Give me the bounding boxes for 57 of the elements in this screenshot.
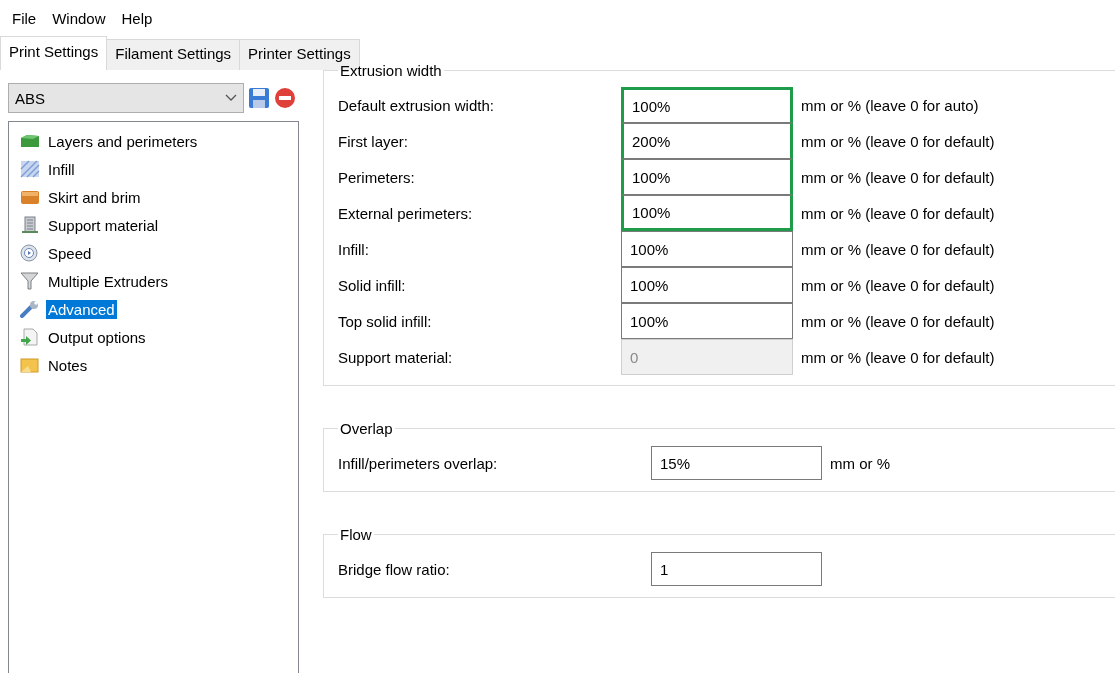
field-label: Infill/perimeters overlap:	[338, 454, 499, 472]
wrench-icon	[19, 300, 41, 318]
field-label: First layer:	[338, 132, 409, 150]
input-field[interactable]: 100%	[621, 195, 793, 231]
input-field[interactable]: 100%	[621, 303, 793, 339]
field-hint: mm or %	[830, 454, 890, 472]
group-title: Flow	[339, 526, 373, 543]
sidebar-item[interactable]: Support material	[46, 215, 161, 235]
input-field[interactable]: 200%	[621, 123, 793, 159]
tab[interactable]: Filament Settings	[106, 39, 241, 70]
field-label: Top solid infill:	[338, 312, 433, 330]
input-field[interactable]: 1	[651, 552, 822, 586]
sidebar-item[interactable]: Speed	[46, 243, 94, 263]
field-hint: mm or % (leave 0 for default)	[801, 132, 995, 150]
group-title: Overlap	[339, 420, 394, 437]
field-label: Perimeters:	[338, 168, 416, 186]
sidebar-item[interactable]: Notes	[46, 355, 90, 375]
input-field[interactable]: 100%	[621, 267, 793, 303]
layers-icon	[19, 132, 41, 150]
input-field[interactable]: 100%	[621, 87, 793, 123]
field-hint: mm or % (leave 0 for default)	[801, 204, 995, 222]
field-label: Default extrusion width:	[338, 96, 495, 114]
sidebar-item[interactable]: Skirt and brim	[46, 187, 143, 207]
sidebar-item[interactable]: Advanced	[46, 299, 117, 319]
menu-item[interactable]: File	[4, 9, 45, 27]
field-hint: mm or % (leave 0 for auto)	[801, 96, 979, 114]
field-label: External perimeters:	[338, 204, 474, 222]
field-label: Infill:	[338, 240, 370, 258]
note-icon	[19, 356, 41, 374]
sidebar-item[interactable]: Output options	[46, 327, 148, 347]
hatch-icon	[19, 160, 41, 178]
menu-item[interactable]: Help	[113, 9, 161, 27]
field-hint: mm or % (leave 0 for default)	[801, 348, 995, 366]
delete-icon[interactable]	[274, 87, 296, 109]
chevron-icon	[225, 94, 237, 102]
input-field[interactable]: 100%	[621, 159, 793, 195]
field-hint: mm or % (leave 0 for default)	[801, 168, 995, 186]
field-hint: mm or % (leave 0 for default)	[801, 240, 995, 258]
input-field[interactable]: 100%	[621, 231, 793, 267]
building-icon	[19, 216, 41, 234]
tray-icon	[19, 188, 41, 206]
field-label: Solid infill:	[338, 276, 407, 294]
field-hint: mm or % (leave 0 for default)	[801, 312, 995, 330]
preset-dropdown[interactable]: ABS	[8, 83, 244, 113]
clock-icon	[19, 244, 41, 262]
field-label: Bridge flow ratio:	[338, 560, 451, 578]
sidebar-item[interactable]: Layers and perimeters	[46, 131, 200, 151]
tab[interactable]: Print Settings	[0, 36, 108, 70]
menu-item[interactable]: Window	[44, 9, 114, 27]
funnel-icon	[19, 272, 41, 290]
field-label: Support material:	[338, 348, 454, 366]
sidebar-item[interactable]: Multiple Extruders	[46, 271, 171, 291]
field-hint: mm or % (leave 0 for default)	[801, 276, 995, 294]
input-field[interactable]: 15%	[651, 446, 822, 480]
sidebar-item[interactable]: Infill	[46, 159, 77, 179]
document-arrow-icon	[19, 328, 41, 346]
save-icon[interactable]	[248, 87, 270, 109]
